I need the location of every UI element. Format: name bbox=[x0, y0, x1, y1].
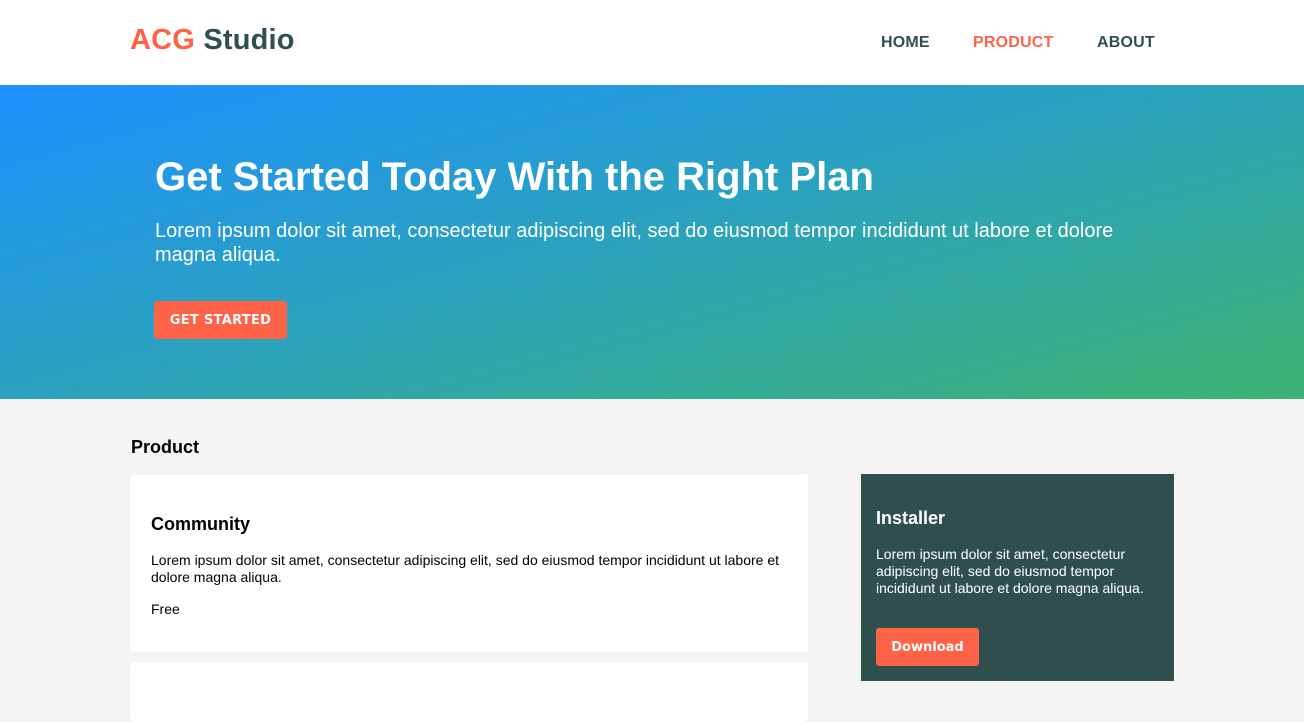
hero-title: Get Started Today With the Right Plan bbox=[155, 155, 874, 199]
card-price: Free bbox=[151, 601, 180, 617]
site-header: ACG Studio HOME PRODUCT ABOUT bbox=[0, 0, 1304, 85]
card-title: Community bbox=[151, 514, 250, 534]
logo[interactable]: ACG Studio bbox=[130, 24, 295, 57]
card-description: Lorem ipsum dolor sit amet, consectetur … bbox=[151, 552, 779, 585]
hero-subtitle: Lorem ipsum dolor sit amet, consectetur … bbox=[155, 220, 1114, 266]
nav-about[interactable]: ABOUT bbox=[1097, 34, 1155, 52]
logo-accent: ACG bbox=[130, 24, 196, 56]
installer-panel: Installer Lorem ipsum dolor sit amet, co… bbox=[861, 474, 1174, 681]
nav-home[interactable]: HOME bbox=[881, 34, 930, 52]
download-button[interactable]: Download bbox=[876, 628, 979, 666]
section-title: Product bbox=[131, 437, 200, 457]
get-started-button[interactable]: GET STARTED bbox=[154, 301, 287, 339]
product-card bbox=[130, 662, 808, 722]
logo-text: Studio bbox=[203, 24, 295, 56]
hero-section: Get Started Today With the Right Plan Lo… bbox=[0, 85, 1304, 399]
product-card-community: Community Lorem ipsum dolor sit amet, co… bbox=[130, 475, 808, 652]
installer-title: Installer bbox=[876, 508, 946, 528]
installer-description: Lorem ipsum dolor sit amet, consectetur … bbox=[876, 546, 1144, 596]
nav-product[interactable]: PRODUCT bbox=[973, 34, 1054, 52]
